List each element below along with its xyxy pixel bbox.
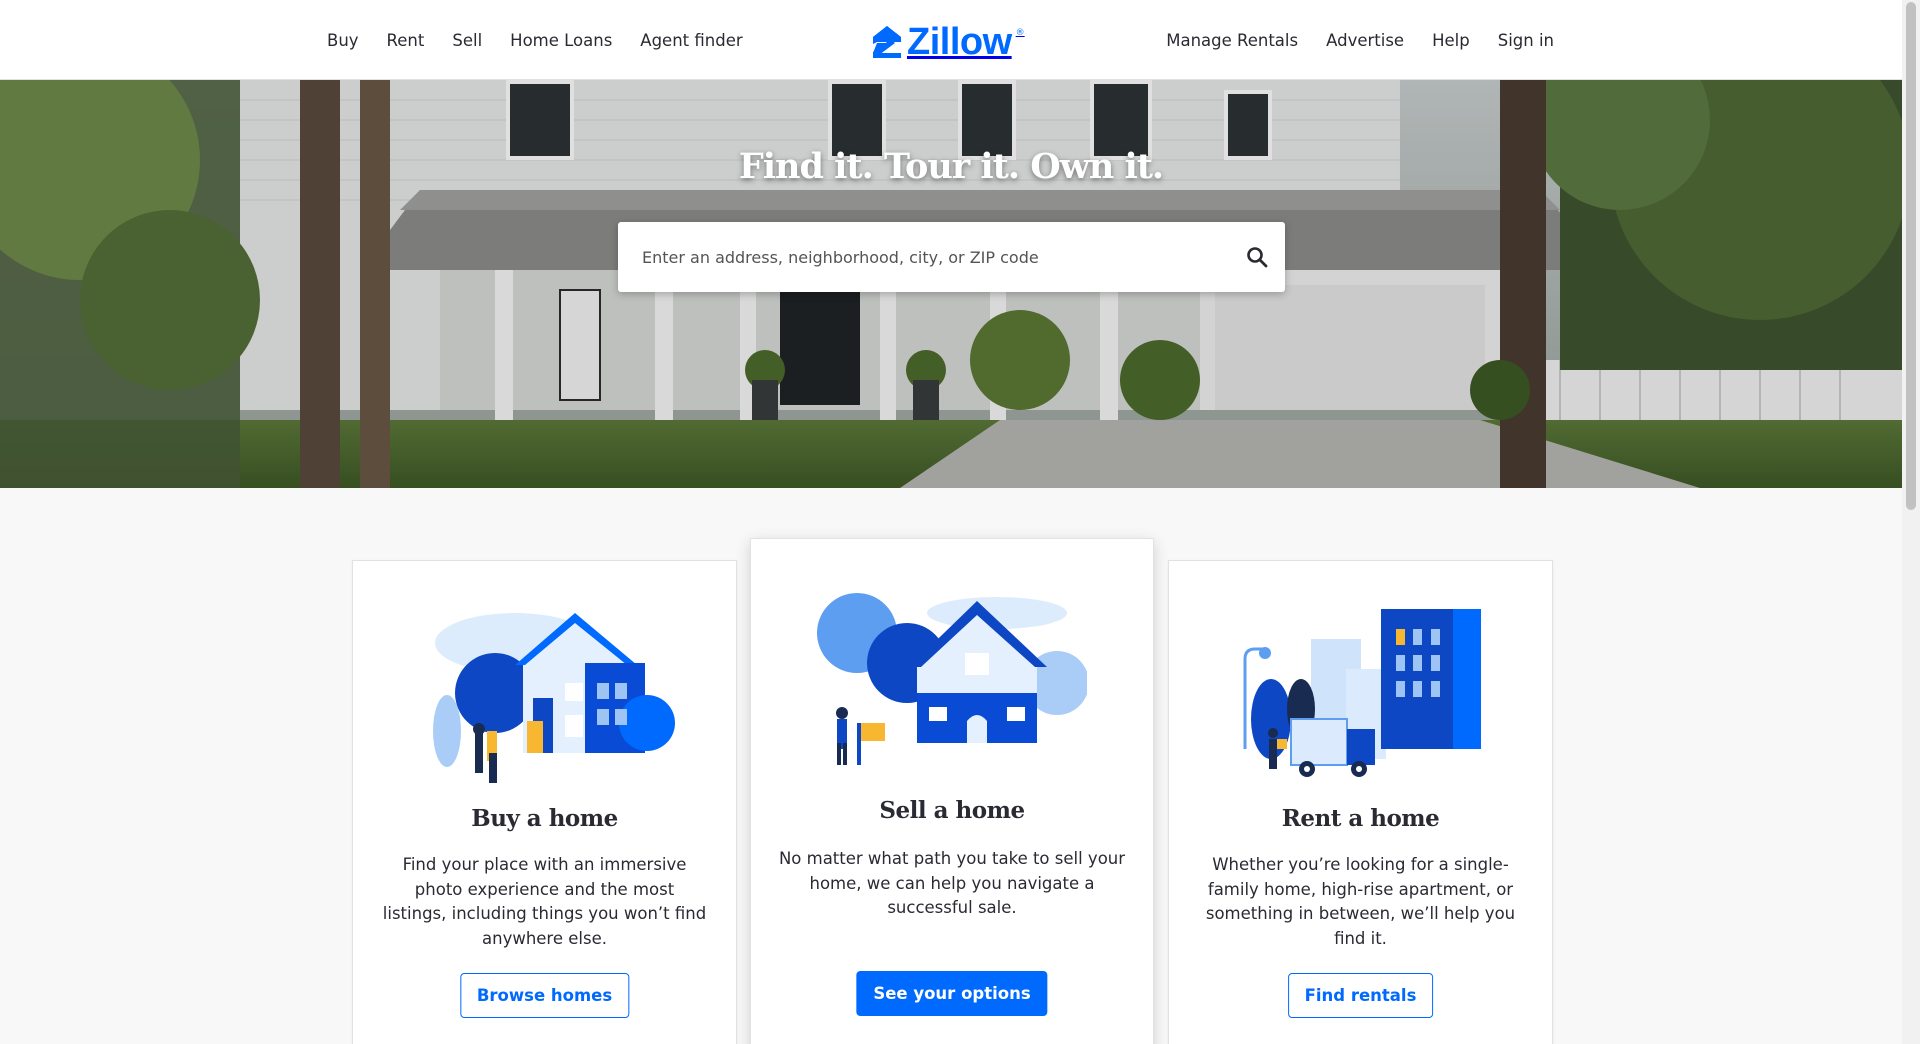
buy-home-description: Find your place with an immersive photo … <box>382 855 707 948</box>
rent-home-title: Rent a home <box>1281 805 1440 832</box>
zillow-logo[interactable]: Zillow ® <box>871 20 1025 63</box>
sell-home-card: Sell a home No matter what path you take… <box>750 538 1154 1044</box>
see-your-options-button[interactable]: See your options <box>856 971 1048 1016</box>
buy-home-card: Buy a home Find your place with an immer… <box>352 560 737 1044</box>
rent-home-illustration <box>1243 609 1481 777</box>
nav-buy[interactable]: Buy <box>327 31 359 50</box>
nav-manage-rentals[interactable]: Manage Rentals <box>1166 31 1298 50</box>
nav-help[interactable]: Help <box>1432 31 1470 50</box>
logo-registered-mark: ® <box>1015 28 1025 38</box>
nav-home-loans[interactable]: Home Loans <box>510 31 612 50</box>
sell-home-title: Sell a home <box>879 797 1025 824</box>
rent-home-description: Whether you’re looking for a single-fami… <box>1205 855 1516 948</box>
nav-sell[interactable]: Sell <box>452 31 482 50</box>
hero-title: Find it. Tour it. Own it. <box>738 146 1164 187</box>
primary-nav: Buy Rent Sell Home Loans Agent finder <box>327 0 743 80</box>
browse-homes-button[interactable]: Browse homes <box>459 973 630 1018</box>
logo-text: Zillow <box>907 20 1012 63</box>
buy-home-title: Buy a home <box>471 805 618 832</box>
scrollbar-thumb[interactable] <box>1906 2 1916 510</box>
find-rentals-button[interactable]: Find rentals <box>1287 973 1434 1018</box>
page-scrollbar[interactable] <box>1902 0 1920 1044</box>
buy-home-illustration <box>432 613 675 783</box>
search-input[interactable] <box>642 222 1222 292</box>
nav-advertise[interactable]: Advertise <box>1326 31 1404 50</box>
hero-banner: Find it. Tour it. Own it. <box>0 80 1902 488</box>
search-box <box>618 222 1285 292</box>
nav-rent[interactable]: Rent <box>387 31 425 50</box>
site-header: Buy Rent Sell Home Loans Agent finder Zi… <box>0 0 1902 80</box>
nav-sign-in[interactable]: Sign in <box>1498 31 1554 50</box>
sell-home-description: No matter what path you take to sell you… <box>778 849 1126 917</box>
nav-agent-finder[interactable]: Agent finder <box>640 31 742 50</box>
zillow-logo-icon <box>873 26 901 58</box>
secondary-nav: Manage Rentals Advertise Help Sign in <box>1166 0 1554 80</box>
search-icon[interactable] <box>1245 245 1269 269</box>
sell-home-illustration <box>817 593 1087 765</box>
rent-home-card: Rent a home Whether you’re looking for a… <box>1168 560 1553 1044</box>
